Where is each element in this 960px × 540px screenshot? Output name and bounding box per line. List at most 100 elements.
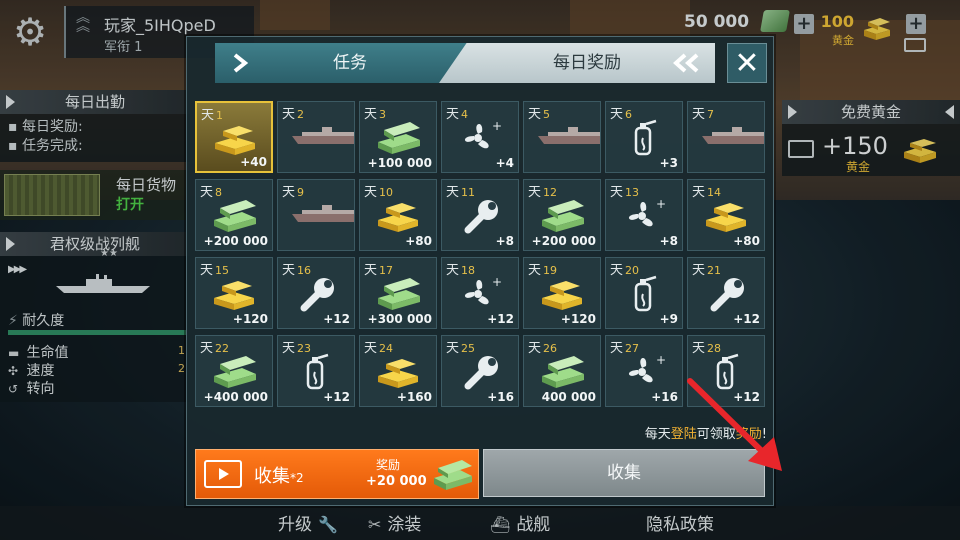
reward-quantity: +9 xyxy=(659,312,678,326)
reward-day-26[interactable]: 天 26 400 000 xyxy=(523,335,601,407)
svg-text:+: + xyxy=(492,119,502,133)
day-label: 天 12 xyxy=(528,185,558,200)
reward-day-24[interactable]: 天 24 +160 xyxy=(359,335,437,407)
reward-quantity: +16 xyxy=(651,390,678,404)
wrench-icon xyxy=(464,200,498,234)
close-button[interactable]: ✕ xyxy=(727,43,767,83)
reward-day-23[interactable]: 天 23 +12 xyxy=(277,335,355,407)
day-label: 天4 xyxy=(446,107,469,122)
gold-icon xyxy=(542,281,582,310)
reward-quantity: +120 xyxy=(232,312,268,326)
collect-double-button[interactable]: 收集*2 奖励 +20 000 xyxy=(195,449,479,499)
double-chevron-left-icon xyxy=(673,53,699,73)
day-label: 天 19 xyxy=(528,263,558,278)
day-label: 天 26 xyxy=(528,341,558,356)
propeller-icon: + xyxy=(628,197,666,227)
reward-quantity: +40 xyxy=(240,155,267,169)
wrench-icon xyxy=(710,278,744,312)
cash-icon xyxy=(214,200,256,232)
reward-day-5[interactable]: 天5 xyxy=(523,101,601,173)
reward-day-10[interactable]: 天 10 +80 xyxy=(359,179,437,251)
reward-quantity: +12 xyxy=(323,390,350,404)
reward-day-20[interactable]: 天 20 +9 xyxy=(605,257,683,329)
gold-icon xyxy=(706,203,746,232)
day-label: 天 21 xyxy=(692,263,722,278)
reward-day-3[interactable]: 天 3 +100 000 xyxy=(359,101,437,173)
tab-tasks-label: 任务 xyxy=(333,53,367,73)
reward-day-19[interactable]: 天 19 +120 xyxy=(523,257,601,329)
day-label: 天8 xyxy=(200,185,223,200)
reward-day-8[interactable]: 天 8 +200 000 xyxy=(195,179,273,251)
reward-day-25[interactable]: 天 25 +16 xyxy=(441,335,519,407)
reward-day-6[interactable]: 天 6 +3 xyxy=(605,101,683,173)
day-label: 天 13 xyxy=(610,185,640,200)
ship-icon xyxy=(292,205,354,222)
day-label: 天9 xyxy=(282,185,305,200)
reward-day-17[interactable]: 天 17 +300 000 xyxy=(359,257,437,329)
reward-day-22[interactable]: 天 22 +400 000 xyxy=(195,335,273,407)
extinguisher-icon xyxy=(634,275,657,312)
day-label: 天7 xyxy=(692,107,715,122)
svg-text:+: + xyxy=(492,275,502,289)
reward-day-2[interactable]: 天2 xyxy=(277,101,355,173)
reward-quantity: +100 000 xyxy=(367,156,432,170)
reward-day-27[interactable]: + 天 27 +16 xyxy=(605,335,683,407)
ship-icon xyxy=(292,127,354,144)
reward-day-7[interactable]: 天7 xyxy=(687,101,765,173)
ship-icon xyxy=(702,127,764,144)
reward-day-12[interactable]: 天 12 +200 000 xyxy=(523,179,601,251)
daily-rewards-modal: 任务 每日奖励 ✕ 天 1 +40 天 2 天 3 +100 000 + 天 4 +4 天 5 天 6 +3 天 7… xyxy=(186,36,782,506)
propeller-icon: + xyxy=(464,275,502,305)
day-label: 天 16 xyxy=(282,263,312,278)
reward-day-4[interactable]: + 天 4 +4 xyxy=(441,101,519,173)
day-label: 天 14 xyxy=(692,185,722,200)
reward-quantity: +12 xyxy=(487,312,514,326)
day-label: 天 11 xyxy=(446,185,476,200)
day-label: 天 17 xyxy=(364,263,394,278)
reward-quantity: +200 000 xyxy=(203,234,268,248)
day-label: 天 28 xyxy=(692,341,722,356)
cash-icon xyxy=(378,278,420,310)
day-label: 天 18 xyxy=(446,263,476,278)
gold-icon xyxy=(378,359,418,388)
reward-quantity: +12 xyxy=(323,312,350,326)
day-label: 天 22 xyxy=(200,341,230,356)
gold-icon xyxy=(378,203,418,232)
reward-quantity: +300 000 xyxy=(367,312,432,326)
reward-day-18[interactable]: + 天 18 +12 xyxy=(441,257,519,329)
reward-quantity: +80 xyxy=(405,234,432,248)
day-label: 天6 xyxy=(610,107,633,122)
extinguisher-icon xyxy=(306,353,329,390)
modal-tabs: 任务 每日奖励 xyxy=(215,43,715,83)
red-arrow-annotation xyxy=(687,378,782,471)
day-label: 天 23 xyxy=(282,341,312,356)
ship-icon xyxy=(538,127,600,144)
reward-quantity: +120 xyxy=(560,312,596,326)
reward-day-21[interactable]: 天 21 +12 xyxy=(687,257,765,329)
day-label: 天 20 xyxy=(610,263,640,278)
reward-day-1[interactable]: 天 1 +40 xyxy=(195,101,273,173)
reward-quantity: +8 xyxy=(659,234,678,248)
reward-day-13[interactable]: + 天 13 +8 xyxy=(605,179,683,251)
extinguisher-icon xyxy=(634,119,657,156)
gold-icon xyxy=(214,281,254,310)
reward-day-11[interactable]: 天 11 +8 xyxy=(441,179,519,251)
reward-quantity: +200 000 xyxy=(531,234,596,248)
reward-day-9[interactable]: 天9 xyxy=(277,179,355,251)
reward-day-14[interactable]: 天 14 +80 xyxy=(687,179,765,251)
day-label: 天2 xyxy=(282,107,305,122)
day-label: 天 25 xyxy=(446,341,476,356)
reward-day-16[interactable]: 天 16 +12 xyxy=(277,257,355,329)
reward-quantity: +16 xyxy=(487,390,514,404)
collect-double-reward-amount: +20 000 xyxy=(366,474,427,489)
day-label: 天 24 xyxy=(364,341,394,356)
propeller-icon: + xyxy=(464,119,502,149)
collect-double-reward-label: 奖励 xyxy=(376,458,401,472)
day-label: 天5 xyxy=(528,107,551,122)
wrench-icon xyxy=(464,356,498,390)
tab-daily-rewards[interactable]: 每日奖励 xyxy=(439,43,715,83)
reward-quantity: +8 xyxy=(495,234,514,248)
reward-day-15[interactable]: 天 15 +120 xyxy=(195,257,273,329)
cash-icon xyxy=(542,200,584,232)
svg-text:+: + xyxy=(656,197,666,211)
